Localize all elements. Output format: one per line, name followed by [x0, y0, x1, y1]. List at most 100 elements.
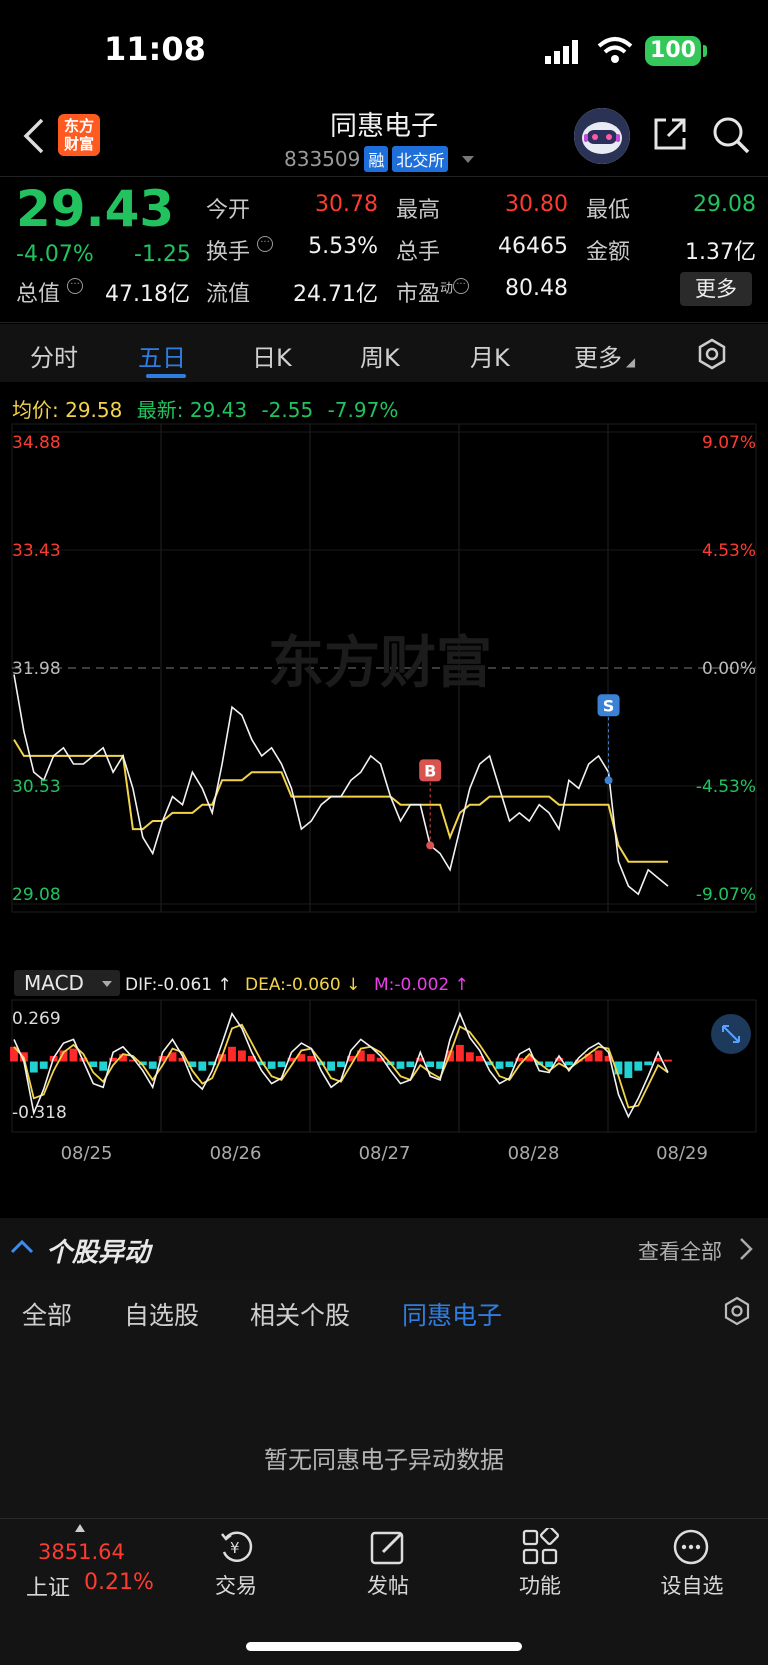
abnormal-filter-tabs — [0, 1280, 768, 1340]
change-amount: -1.25 — [134, 242, 191, 267]
average-price-line — [13, 739, 668, 863]
date-label: 08/28 — [508, 1143, 560, 1164]
nav-trade[interactable]: 交易 — [186, 1570, 286, 1600]
macd-histogram-bar — [495, 1061, 504, 1069]
expand-chart-icon[interactable] — [711, 1014, 751, 1054]
tab-five-day[interactable]: 五日 — [138, 338, 186, 373]
macd-histogram-bar — [465, 1052, 474, 1062]
macd-histogram-bar — [634, 1061, 643, 1071]
stock-code: 833509 — [284, 147, 361, 171]
apps-grid-icon[interactable] — [521, 1528, 559, 1566]
arrow-up-icon — [75, 1524, 85, 1532]
index-name[interactable]: 上证 — [26, 1570, 70, 1602]
macd-histogram-bar — [505, 1061, 514, 1068]
mktcap-value: 47.18亿 — [105, 282, 190, 307]
mktcap-label-text: 总值 — [16, 282, 61, 307]
filter-this-stock[interactable]: 同惠电子 — [402, 1296, 502, 1332]
filter-related[interactable]: 相关个股 — [250, 1296, 350, 1332]
assistant-robot-icon[interactable] — [574, 108, 630, 164]
turnover-label[interactable]: 换手 ··· — [206, 234, 274, 266]
info-icon: ··· — [67, 278, 84, 294]
macd-panel-frame — [11, 999, 757, 1133]
mktcap-label[interactable]: 总值 ··· — [16, 276, 84, 308]
status-time: 11:08 — [104, 30, 206, 68]
trade-marker-point — [604, 776, 613, 785]
more-dots-icon[interactable] — [672, 1528, 710, 1566]
open-label: 今开 — [206, 198, 251, 223]
latest-change: -2.55 — [261, 398, 314, 422]
macd-histogram-bar — [337, 1061, 345, 1068]
macd-histogram-bar — [198, 1061, 207, 1071]
compose-icon[interactable] — [369, 1528, 407, 1566]
chart-grid — [11, 423, 757, 1133]
macd-histogram-bar — [564, 1061, 573, 1066]
gear-icon[interactable] — [722, 1296, 752, 1326]
battery-tip — [703, 45, 707, 57]
macd-histogram-bar — [267, 1061, 276, 1069]
five-day-chart[interactable]: 东方财富 B S 34.88 9.07% 33.43 4.53% 31.98 0.00% 30… — [0, 420, 768, 1190]
chevron-right-icon[interactable] — [738, 1236, 754, 1262]
change-percent: -4.07% — [16, 242, 94, 267]
active-tab-indicator — [146, 374, 186, 378]
percent-axis-label: -4.53% — [696, 777, 756, 797]
amount-value: 1.37亿 — [685, 240, 756, 265]
home-indicator — [246, 1642, 522, 1651]
date-label: 08/27 — [359, 1143, 411, 1164]
tab-intraday[interactable]: 分时 — [30, 338, 78, 373]
float-cap-label: 流值 — [206, 282, 251, 307]
tab-weekly-k[interactable]: 周K — [360, 338, 400, 373]
trade-marker-point — [426, 841, 435, 850]
price-axis-label: 31.98 — [12, 659, 61, 679]
macd-histogram-bar — [455, 1044, 464, 1062]
margin-tag: 融 — [364, 146, 389, 172]
macd-histogram-bar — [624, 1061, 633, 1079]
date-label: 08/25 — [61, 1143, 113, 1164]
filter-watchlist[interactable]: 自选股 — [124, 1296, 199, 1332]
view-all-link[interactable]: 查看全部 — [638, 1236, 722, 1266]
header-divider — [0, 176, 768, 177]
tab-monthly-k[interactable]: 月K — [470, 338, 510, 373]
macd-histogram-bar — [277, 1061, 286, 1068]
low-label: 最低 — [586, 198, 631, 223]
dif-readout: DIF:-0.061 ↑ — [125, 975, 232, 995]
price-summary-line: 均价: 29.58 最新: 29.43 -2.55 -7.97% — [12, 394, 398, 423]
macd-histogram-bar — [406, 1061, 415, 1068]
search-icon[interactable] — [712, 116, 750, 154]
share-icon[interactable] — [652, 116, 688, 152]
stock-code-selector[interactable]: 833509 融 北交所 — [284, 146, 475, 172]
latest-change-pct: -7.97% — [327, 398, 399, 422]
open-value: 30.78 — [315, 192, 378, 217]
price-axis-label: 29.08 — [12, 885, 61, 905]
chevron-down-icon — [462, 155, 475, 163]
date-label: 08/29 — [656, 1143, 708, 1164]
avg-label: 均价: — [12, 398, 59, 422]
filter-all[interactable]: 全部 — [22, 1296, 72, 1332]
price-line — [13, 674, 669, 896]
gear-icon[interactable] — [696, 338, 728, 370]
macd-histogram-bar — [307, 1055, 316, 1062]
more-quote-button[interactable]: 更多 — [680, 272, 752, 306]
exchange-tag: 北交所 — [392, 146, 449, 172]
price-axis-label: 30.53 — [12, 777, 61, 797]
chevron-up-icon[interactable] — [10, 1234, 34, 1258]
pe-label[interactable]: 市盈动 ··· — [396, 276, 470, 308]
macd-histogram-bar — [545, 1061, 554, 1068]
index-change-pct[interactable]: 0.21% — [84, 1570, 154, 1595]
nav-add-watchlist[interactable]: 设自选 — [642, 1570, 742, 1600]
macd-histogram-bar — [39, 1061, 48, 1069]
nav-post[interactable]: 发帖 — [338, 1570, 438, 1600]
turnover-label-text: 换手 — [206, 240, 251, 265]
info-icon: ··· — [453, 278, 470, 294]
nav-functions[interactable]: 功能 — [490, 1570, 590, 1600]
macd-histogram-bar — [664, 1059, 672, 1062]
index-value[interactable]: 3851.64 — [38, 1540, 125, 1564]
cellular-signal-icon — [545, 40, 578, 64]
macd-histogram-bar — [426, 1061, 435, 1068]
trade-icon[interactable]: ¥ — [218, 1528, 256, 1566]
percent-axis-label: -9.07% — [696, 885, 756, 905]
tab-daily-k[interactable]: 日K — [252, 338, 292, 373]
tab-more[interactable]: 更多 ◢ — [574, 338, 635, 373]
macd-histogram-bar — [29, 1061, 38, 1073]
macd-histogram-bar — [327, 1061, 336, 1071]
macd-axis-bottom: -0.318 — [12, 1103, 67, 1123]
